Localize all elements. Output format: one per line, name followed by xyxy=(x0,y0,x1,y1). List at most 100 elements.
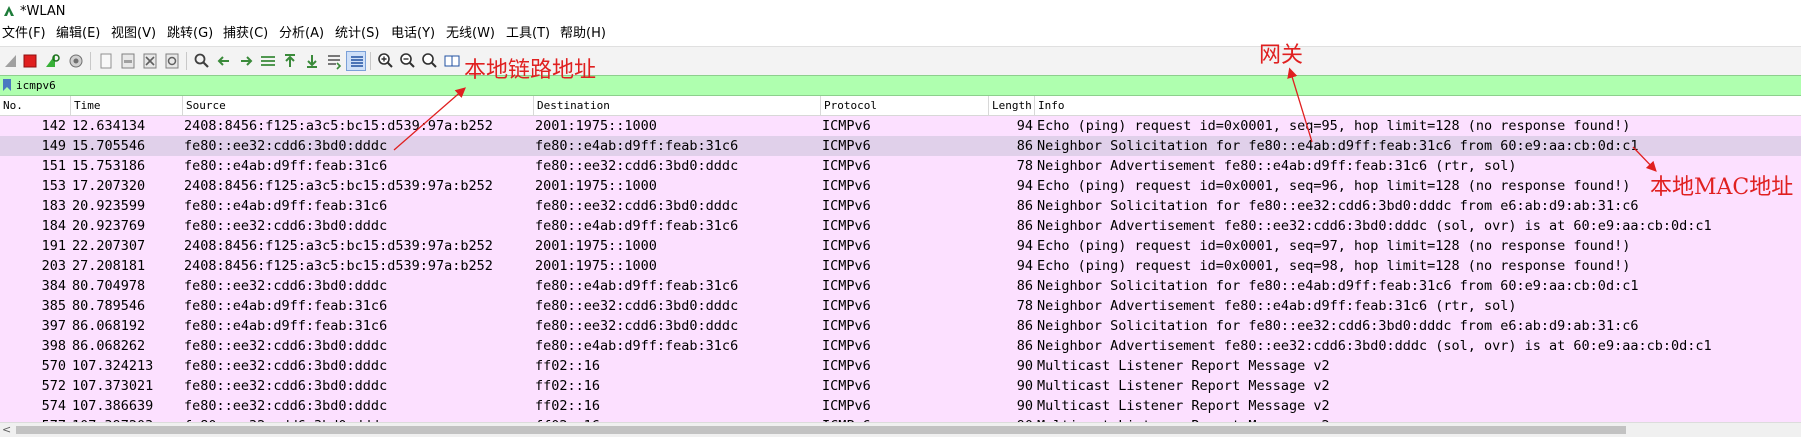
go-forward-icon[interactable] xyxy=(236,51,256,71)
colorize-icon[interactable] xyxy=(346,51,366,71)
cell-length: 86 xyxy=(1016,198,1033,214)
cell-source: fe80::e4ab:d9ff:feab:31c6 xyxy=(184,298,388,314)
cell-info: Neighbor Advertisement fe80::e4ab:d9ff:f… xyxy=(1037,298,1517,314)
cell-destination: fe80::ee32:cdd6:3bd0:dddc xyxy=(535,158,739,174)
scrollbar-thumb[interactable] xyxy=(16,426,1626,434)
menu-wireless[interactable]: 无线(W) xyxy=(446,23,495,45)
cell-info: Neighbor Advertisement fe80::ee32:cdd6:3… xyxy=(1037,218,1712,234)
table-row[interactable]: 572 107.373021 fe80::ee32:cdd6:3bd0:dddc ff… xyxy=(0,376,1801,396)
cell-time: 80.704978 xyxy=(72,278,146,294)
stop-capture-icon[interactable] xyxy=(20,51,40,71)
close-file-icon[interactable] xyxy=(140,51,160,71)
cell-destination: fe80::e4ab:d9ff:feab:31c6 xyxy=(535,218,739,234)
menu-edit[interactable]: 编辑(E) xyxy=(56,23,100,45)
zoom-in-icon[interactable] xyxy=(376,51,396,71)
restart-capture-icon[interactable] xyxy=(42,51,62,71)
cell-destination: 2001:1975::1000 xyxy=(535,258,657,274)
cell-destination: fe80::e4ab:d9ff:feab:31c6 xyxy=(535,138,739,154)
cell-source: fe80::ee32:cdd6:3bd0:dddc xyxy=(184,218,388,234)
menu-go[interactable]: 跳转(G) xyxy=(167,23,213,45)
table-row[interactable]: 191 22.207307 2408:8456:f125:a3c5:bc15:d53… xyxy=(0,236,1801,256)
go-first-icon[interactable] xyxy=(280,51,300,71)
column-header-info[interactable]: Info xyxy=(1034,96,1801,115)
zoom-normal-icon[interactable] xyxy=(420,51,440,71)
cell-destination: 2001:1975::1000 xyxy=(535,118,657,134)
title-bar: *WLAN xyxy=(0,0,1801,23)
cell-length: 94 xyxy=(1016,178,1033,194)
go-to-packet-icon[interactable] xyxy=(258,51,278,71)
cell-protocol: ICMPv6 xyxy=(822,278,871,294)
cell-info: Neighbor Advertisement fe80::e4ab:d9ff:f… xyxy=(1037,158,1517,174)
table-row[interactable]: 203 27.208181 2408:8456:f125:a3c5:bc15:d53… xyxy=(0,256,1801,276)
window-title: *WLAN xyxy=(20,4,66,19)
cell-source: 2408:8456:f125:a3c5:bc15:d539:97a:b252 xyxy=(184,178,493,194)
go-back-icon[interactable] xyxy=(214,51,234,71)
display-filter-input[interactable] xyxy=(16,76,1796,95)
cell-destination: fe80::e4ab:d9ff:feab:31c6 xyxy=(535,278,739,294)
cell-no: 153 xyxy=(41,178,66,194)
table-row[interactable]: 149 15.705546 fe80::ee32:cdd6:3bd0:dddc fe8… xyxy=(0,136,1801,156)
table-row[interactable]: 184 20.923769 fe80::ee32:cdd6:3bd0:dddc fe8… xyxy=(0,216,1801,236)
table-row[interactable]: 151 15.753186 fe80::e4ab:d9ff:feab:31c6 fe8… xyxy=(0,156,1801,176)
column-header-source[interactable]: Source xyxy=(182,96,533,115)
cell-length: 86 xyxy=(1016,138,1033,154)
table-row[interactable]: 570 107.324213 fe80::ee32:cdd6:3bd0:dddc ff… xyxy=(0,356,1801,376)
column-header-time[interactable]: Time xyxy=(70,96,182,115)
zoom-out-icon[interactable] xyxy=(398,51,418,71)
cell-protocol: ICMPv6 xyxy=(822,158,871,174)
reload-file-icon[interactable] xyxy=(162,51,182,71)
bookmark-icon[interactable] xyxy=(2,78,12,92)
table-row[interactable]: 183 20.923599 fe80::e4ab:d9ff:feab:31c6 fe8… xyxy=(0,196,1801,216)
table-row[interactable]: 398 86.068262 fe80::ee32:cdd6:3bd0:dddc fe8… xyxy=(0,336,1801,356)
table-row[interactable]: 574 107.386639 fe80::ee32:cdd6:3bd0:dddc ff… xyxy=(0,396,1801,416)
menu-capture[interactable]: 捕获(C) xyxy=(223,23,268,45)
cell-destination: 2001:1975::1000 xyxy=(535,178,657,194)
packet-list-header: No. Time Source Destination Protocol Len… xyxy=(0,96,1801,116)
menu-analyze[interactable]: 分析(A) xyxy=(279,23,324,45)
cell-info: Multicast Listener Report Message v2 xyxy=(1037,378,1330,394)
cell-protocol: ICMPv6 xyxy=(822,298,871,314)
column-header-protocol[interactable]: Protocol xyxy=(820,96,988,115)
horizontal-scrollbar[interactable]: < xyxy=(0,422,1801,437)
menu-file[interactable]: 文件(F) xyxy=(2,23,46,45)
scroll-left-icon[interactable]: < xyxy=(2,423,11,436)
column-header-destination[interactable]: Destination xyxy=(533,96,820,115)
find-packet-icon[interactable] xyxy=(192,51,212,71)
column-header-length[interactable]: Length xyxy=(988,96,1034,115)
save-file-icon[interactable] xyxy=(118,51,138,71)
resize-columns-icon[interactable] xyxy=(442,51,462,71)
cell-no: 384 xyxy=(41,278,66,294)
cell-time: 15.705546 xyxy=(72,138,146,154)
cell-length: 90 xyxy=(1016,378,1033,394)
cell-protocol: ICMPv6 xyxy=(822,358,871,374)
cell-no: 149 xyxy=(41,138,66,154)
display-filter-bar xyxy=(0,75,1801,96)
table-row[interactable]: 384 80.704978 fe80::ee32:cdd6:3bd0:dddc fe8… xyxy=(0,276,1801,296)
auto-scroll-icon[interactable] xyxy=(324,51,344,71)
open-file-icon[interactable] xyxy=(96,51,116,71)
cell-no: 151 xyxy=(41,158,66,174)
menu-telephony[interactable]: 电话(Y) xyxy=(391,23,435,45)
shark-fin-icon[interactable] xyxy=(2,51,22,71)
column-header-no[interactable]: No. xyxy=(0,96,70,115)
menu-view[interactable]: 视图(V) xyxy=(111,23,156,45)
cell-protocol: ICMPv6 xyxy=(822,258,871,274)
cell-protocol: ICMPv6 xyxy=(822,178,871,194)
cell-source: fe80::ee32:cdd6:3bd0:dddc xyxy=(184,138,388,154)
menu-help[interactable]: 帮助(H) xyxy=(560,23,606,45)
capture-options-icon[interactable] xyxy=(66,51,86,71)
table-row[interactable]: 153 17.207320 2408:8456:f125:a3c5:bc15:d53… xyxy=(0,176,1801,196)
go-last-icon[interactable] xyxy=(302,51,322,71)
annotation-gateway: 网关 xyxy=(1259,43,1304,68)
cell-protocol: ICMPv6 xyxy=(822,118,871,134)
packet-list: 142 12.634134 2408:8456:f125:a3c5:bc15:d53… xyxy=(0,116,1801,422)
menu-statistics[interactable]: 统计(S) xyxy=(335,23,379,45)
table-row[interactable]: 397 86.068192 fe80::e4ab:d9ff:feab:31c6 fe8… xyxy=(0,316,1801,336)
cell-protocol: ICMPv6 xyxy=(822,338,871,354)
table-row[interactable]: 385 80.789546 fe80::e4ab:d9ff:feab:31c6 fe8… xyxy=(0,296,1801,316)
cell-destination: fe80::ee32:cdd6:3bd0:dddc xyxy=(535,298,739,314)
cell-no: 570 xyxy=(41,358,66,374)
cell-time: 20.923769 xyxy=(72,218,146,234)
table-row[interactable]: 142 12.634134 2408:8456:f125:a3c5:bc15:d53… xyxy=(0,116,1801,136)
menu-tools[interactable]: 工具(T) xyxy=(506,23,550,45)
